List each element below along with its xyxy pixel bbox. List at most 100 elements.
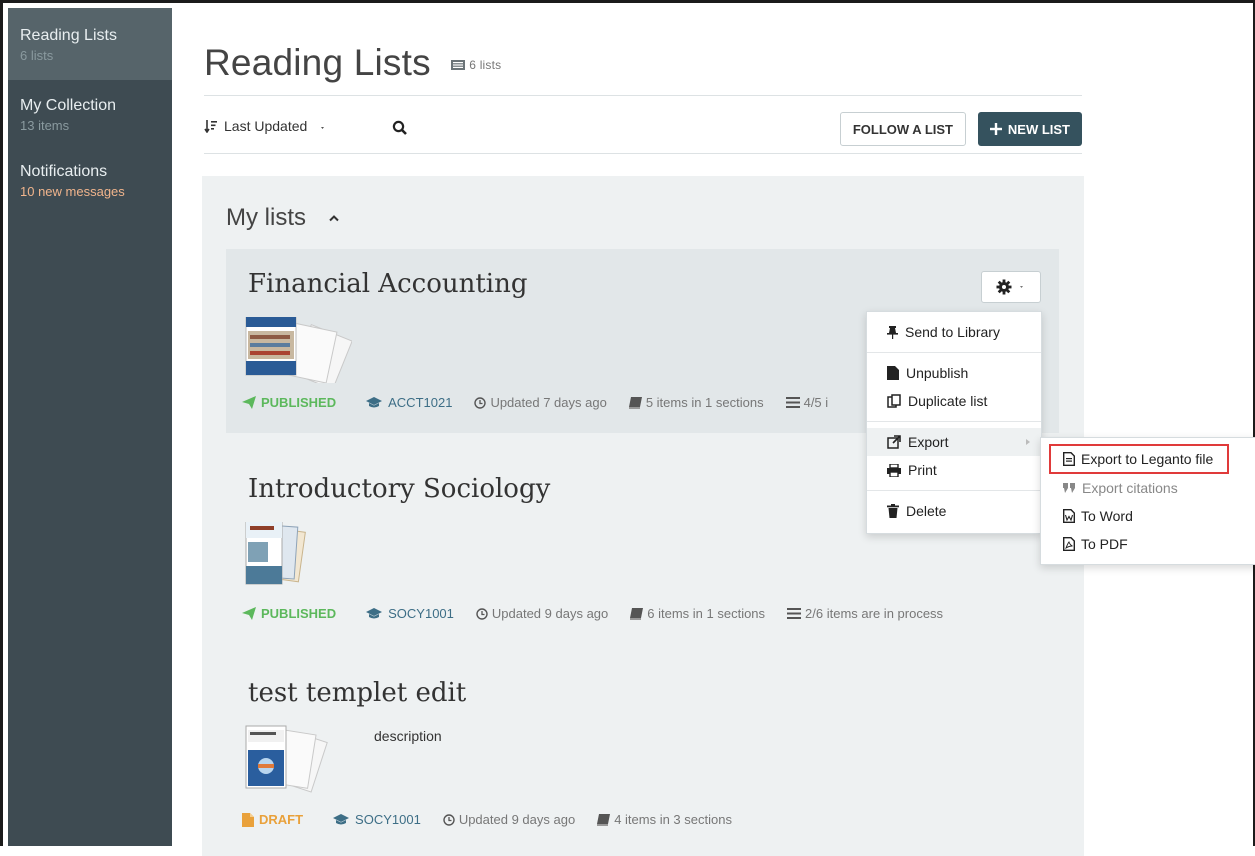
sidebar-item-title: Reading Lists — [20, 27, 117, 44]
process-text: 2/6 items are in process — [805, 606, 944, 621]
menu-item-label: Export to Leganto file — [1081, 451, 1214, 467]
sidebar-item-my-collection[interactable]: My Collection 13 items — [8, 80, 172, 148]
card-title[interactable]: test templet edit — [248, 678, 466, 708]
card-meta: PUBLISHED SOCY1001 Updated 9 days ago 6 … — [242, 606, 943, 621]
chevron-up-icon[interactable] — [328, 214, 340, 222]
updated-info: Updated 9 days ago — [476, 606, 608, 621]
sidebar-item-notifications[interactable]: Notifications 10 new messages — [8, 148, 172, 214]
follow-list-label: FOLLOW A LIST — [852, 121, 953, 137]
sidebar-item-subtitle: 6 lists — [20, 48, 54, 63]
my-lists-header[interactable]: My lists — [226, 204, 340, 232]
clock-icon — [443, 813, 455, 826]
sort-label: Last Updated — [224, 118, 308, 134]
menu-item-duplicate-list[interactable]: Duplicate list — [867, 387, 1041, 415]
menu-item-export[interactable]: Export — [867, 428, 1041, 456]
course-code[interactable]: SOCY1001 — [366, 606, 454, 621]
course-code-text: ACCT1021 — [388, 395, 453, 410]
caret-down-icon — [321, 127, 325, 129]
status-badge: DRAFT — [242, 812, 303, 827]
list-card[interactable]: test templet edit description DRAFT SOCY… — [226, 654, 1059, 854]
graduation-cap-icon — [366, 397, 383, 408]
trash-icon — [887, 504, 899, 518]
list-count-text: 6 lists — [469, 58, 502, 73]
menu-item-label: To Word — [1081, 508, 1133, 524]
page-title: Reading Lists 6 lists — [204, 42, 501, 84]
items-text: 5 items in 1 sections — [645, 395, 764, 410]
process-info: 4/5 i — [785, 395, 828, 410]
sidebar-item-title: My Collection — [20, 97, 117, 114]
menu-item-label: Send to Library — [905, 324, 1000, 340]
section-title: My lists — [226, 204, 306, 231]
menu-item-print[interactable]: Print — [867, 456, 1041, 484]
items-text: 4 items in 3 sections — [614, 812, 732, 827]
items-text: 6 items in 1 sections — [647, 606, 766, 621]
gear-icon — [996, 279, 1012, 295]
pin-icon — [887, 325, 898, 339]
new-list-button[interactable]: NEW LIST — [977, 112, 1082, 146]
graduation-cap-icon — [366, 608, 383, 619]
updated-info: Updated 9 days ago — [443, 812, 575, 827]
process-info: 2/6 items are in process — [787, 606, 943, 621]
list-actions-menu: Send to Library Unpublish Duplicate list… — [866, 311, 1042, 534]
menu-item-export-to-leganto[interactable]: Export to Leganto file — [1049, 444, 1229, 474]
course-code-text: SOCY1001 — [355, 812, 421, 827]
menu-item-unpublish[interactable]: Unpublish — [867, 359, 1041, 387]
status-badge: PUBLISHED — [242, 606, 336, 621]
list-thumbnail — [242, 724, 332, 799]
menu-item-export-citations[interactable]: Export citations — [1041, 474, 1255, 502]
card-title[interactable]: Introductory Sociology — [248, 474, 550, 504]
status-text: PUBLISHED — [261, 606, 337, 621]
sidebar-item-subtitle: 10 new messages — [20, 184, 125, 199]
menu-item-label: Export citations — [1082, 480, 1178, 496]
caret-down-icon — [1020, 286, 1023, 288]
page-title-text: Reading Lists — [204, 42, 431, 83]
divider — [204, 153, 1082, 154]
menu-item-label: To PDF — [1081, 536, 1128, 552]
card-description: description — [374, 728, 442, 744]
book-icon — [630, 607, 644, 620]
copy-icon — [887, 394, 901, 408]
paper-plane-icon — [242, 607, 256, 620]
course-code-text: SOCY1001 — [388, 606, 454, 621]
list-thumbnail — [242, 521, 312, 593]
main-content: Reading Lists 6 lists Last Updated FOLLO… — [172, 8, 1255, 856]
updated-text: Updated 9 days ago — [491, 606, 609, 621]
menu-divider — [867, 421, 1041, 422]
tasks-icon — [785, 397, 800, 408]
course-code[interactable]: SOCY1001 — [333, 812, 421, 827]
export-submenu: Export to Leganto file Export citations … — [1040, 437, 1255, 565]
sidebar-item-title: Notifications — [20, 163, 108, 180]
quote-icon — [1063, 483, 1075, 493]
settings-dropdown-button[interactable] — [981, 271, 1041, 303]
menu-item-delete[interactable]: Delete — [867, 497, 1041, 525]
menu-item-to-word[interactable]: To Word — [1041, 502, 1255, 530]
pdf-file-icon — [1063, 537, 1075, 551]
list-thumbnail — [242, 316, 353, 390]
items-info: 4 items in 3 sections — [597, 812, 732, 827]
menu-item-to-pdf[interactable]: To PDF — [1041, 530, 1255, 558]
card-title[interactable]: Financial Accounting — [248, 269, 528, 299]
sidebar: Reading Lists 6 lists My Collection 13 i… — [8, 8, 172, 846]
file-icon — [887, 366, 899, 380]
items-info: 6 items in 1 sections — [630, 606, 765, 621]
card-meta: DRAFT SOCY1001 Updated 9 days ago 4 item… — [242, 812, 732, 827]
course-code[interactable]: ACCT1021 — [366, 395, 452, 410]
print-icon — [887, 463, 901, 477]
search-icon[interactable] — [392, 120, 408, 141]
menu-divider — [867, 490, 1041, 491]
menu-item-send-to-library[interactable]: Send to Library — [867, 318, 1041, 346]
caret-right-icon — [1026, 439, 1030, 445]
card-meta: PUBLISHED ACCT1021 Updated 7 days ago 5 … — [242, 395, 828, 410]
menu-item-label: Delete — [906, 503, 947, 519]
graduation-cap-icon — [333, 814, 350, 825]
sort-icon — [204, 120, 217, 133]
menu-item-label: Print — [908, 462, 937, 478]
file-icon — [242, 812, 254, 827]
follow-list-button[interactable]: FOLLOW A LIST — [839, 112, 966, 146]
external-link-icon — [887, 435, 901, 449]
sidebar-item-reading-lists[interactable]: Reading Lists 6 lists — [8, 8, 172, 80]
sort-dropdown[interactable]: Last Updated — [204, 118, 329, 134]
list-icon — [451, 60, 466, 71]
menu-item-label: Unpublish — [906, 365, 969, 381]
updated-info: Updated 7 days ago — [474, 395, 607, 410]
